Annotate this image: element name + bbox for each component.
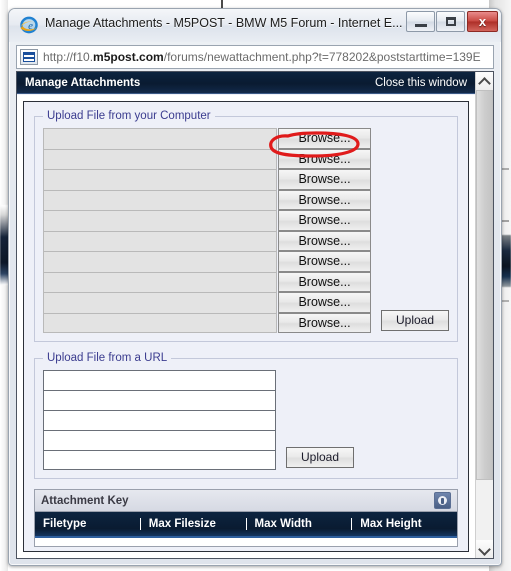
url-field[interactable] [43,410,276,430]
browser-window: e Manage Attachments - M5POST - BMW M5 F… [8,8,502,566]
upload-from-computer-section: Upload File from your Computer Browse...… [34,110,458,342]
dialog-header: Manage Attachments Close this window [17,72,475,94]
address-domain: m5post.com [93,50,164,64]
svg-text:e: e [28,20,33,32]
window-title: Manage Attachments - M5POST - BMW M5 For… [45,16,403,30]
url-field[interactable] [43,450,276,470]
file-upload-row: Browse... [43,292,371,313]
upload-urls-button[interactable]: Upload [286,447,354,468]
attachment-key-body [35,538,457,546]
address-prefix: http://f10. [43,50,94,64]
file-path-field[interactable] [43,292,277,313]
url-field[interactable] [43,390,276,410]
file-path-field[interactable] [43,271,277,292]
maximize-button[interactable] [436,11,465,32]
attachment-key-column-headers: Filetype Max Filesize Max Width Max Height [35,512,457,538]
address-text: http://f10.m5post.com/forums/newattachme… [43,50,481,64]
internet-explorer-icon: e [20,16,38,34]
attachment-key-column-header: Max Height [360,518,422,530]
address-bar[interactable]: http://f10.m5post.com/forums/newattachme… [16,45,494,69]
attachment-key-column-header: Max Width [247,518,353,530]
page-icon [20,49,38,65]
collapse-expand-icon[interactable] [434,492,451,509]
attachment-key-column-header: Filetype [35,518,141,530]
attachment-key-column-header: Max Filesize [141,518,247,530]
scroll-up-button[interactable] [476,72,493,90]
file-upload-row: Browse... [43,271,371,292]
browse-button[interactable]: Browse... [278,148,371,169]
page-viewport: Manage Attachments Close this window Upl… [16,71,494,559]
chevron-up-icon [480,77,489,86]
url-input-rows [43,370,276,470]
browse-button[interactable]: Browse... [278,169,371,190]
browse-button[interactable]: Browse... [278,210,371,231]
file-upload-row: Browse... [43,230,371,251]
minimize-button[interactable] [406,11,435,32]
scroll-down-button[interactable] [476,540,493,558]
upload-files-button[interactable]: Upload [381,310,449,331]
file-path-field[interactable] [43,148,277,169]
browse-button[interactable]: Browse... [278,292,371,313]
attachment-key-header: Attachment Key [35,490,457,512]
file-path-field[interactable] [43,128,277,149]
file-upload-row: Browse... [43,148,371,169]
page-content: Manage Attachments Close this window Upl… [17,72,475,558]
file-path-field[interactable] [43,169,277,190]
browse-button[interactable]: Browse... [278,251,371,272]
file-path-field[interactable] [43,312,277,333]
file-upload-row: Browse... [43,189,371,210]
file-upload-row: Browse... [43,251,371,272]
file-path-field[interactable] [43,251,277,272]
dialog-body: Upload File from your Computer Browse...… [17,95,475,558]
close-window-button[interactable]: x [467,11,498,32]
url-field[interactable] [43,370,276,390]
file-upload-row: Browse... [43,210,371,231]
file-path-field[interactable] [43,210,277,231]
upload-from-url-legend: Upload File from a URL [47,352,168,364]
upload-from-url-section: Upload File from a URL Upload [34,352,458,479]
close-this-window-link[interactable]: Close this window [375,77,467,89]
attachment-key-title: Attachment Key [41,494,129,507]
page-scrollbar[interactable] [475,72,493,558]
file-upload-row: Browse... [43,128,371,149]
upload-from-computer-legend: Upload File from your Computer [47,110,211,122]
attachment-key-section: Attachment Key Filetype Max Filesize Max W… [34,489,458,547]
browse-button[interactable]: Browse... [278,312,371,333]
file-path-field[interactable] [43,230,277,251]
background-page-left [0,0,8,571]
browse-button[interactable]: Browse... [278,230,371,251]
file-upload-rows: Browse... Browse... Browse... Browse... Brow… [43,128,371,333]
browse-button[interactable]: Browse... [278,128,371,149]
file-path-field[interactable] [43,189,277,210]
window-title-bar[interactable]: e Manage Attachments - M5POST - BMW M5 F… [9,9,501,42]
scrollbar-thumb[interactable] [476,90,493,480]
browse-button[interactable]: Browse... [278,189,371,210]
file-upload-row: Browse... [43,169,371,190]
address-suffix: /forums/newattachment.php?t=778202&posts… [163,50,481,64]
file-upload-row: Browse... [43,312,371,333]
url-field[interactable] [43,430,276,450]
dialog-title: Manage Attachments [25,76,141,89]
chevron-down-icon [480,545,489,554]
browse-button[interactable]: Browse... [278,271,371,292]
dialog-panel: Upload File from your Computer Browse...… [23,101,469,552]
